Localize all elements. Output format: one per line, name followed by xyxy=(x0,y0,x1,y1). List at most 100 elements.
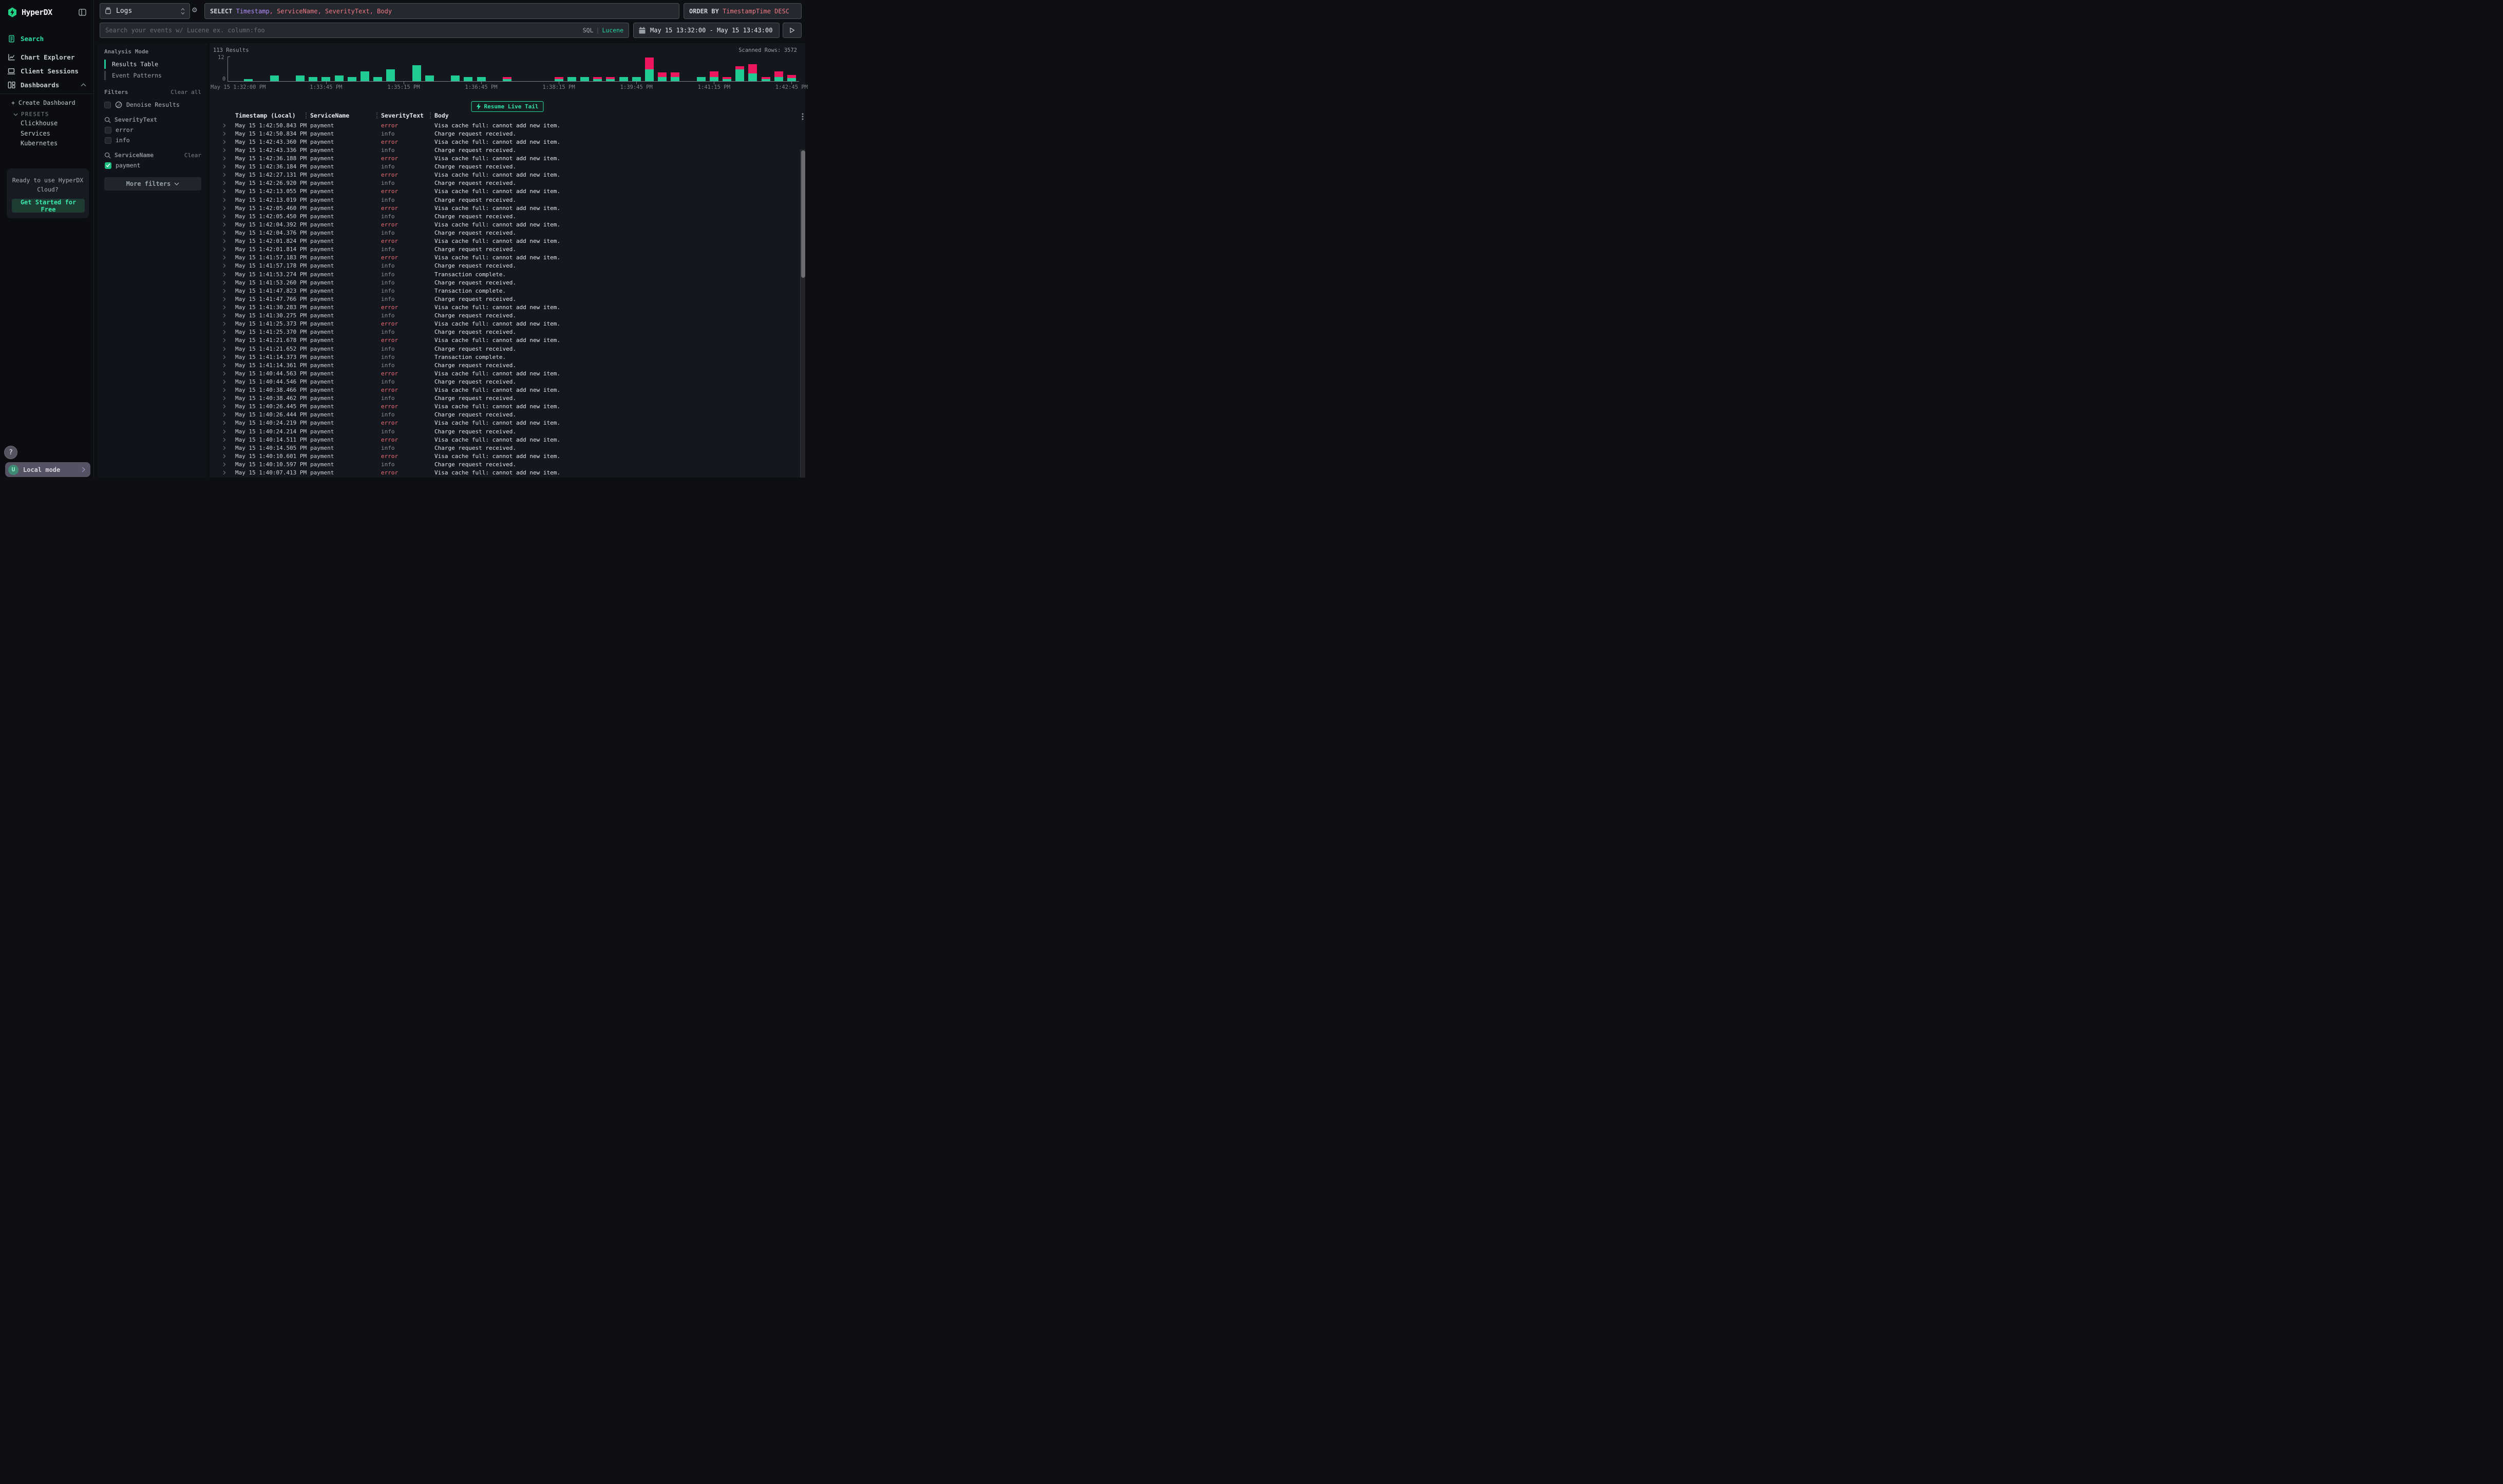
histogram-bar[interactable] xyxy=(373,77,382,81)
preset-item-services[interactable]: Services xyxy=(21,130,93,138)
chevron-right-icon[interactable] xyxy=(223,280,235,285)
column-header-body[interactable]: Body xyxy=(434,112,798,121)
sql-toggle[interactable]: SQL xyxy=(583,27,594,34)
chevron-right-icon[interactable] xyxy=(223,239,235,243)
sidebar-item-chart-explorer[interactable]: Chart Explorer xyxy=(0,51,93,63)
table-menu-icon[interactable] xyxy=(802,113,804,120)
local-mode-button[interactable]: U Local mode xyxy=(5,462,90,477)
chevron-right-icon[interactable] xyxy=(223,446,235,450)
sql-select-input[interactable]: SELECT Timestamp, ServiceName, SeverityT… xyxy=(204,3,679,19)
chevron-right-icon[interactable] xyxy=(223,131,235,136)
chevron-right-icon[interactable] xyxy=(223,247,235,252)
chevron-right-icon[interactable] xyxy=(223,263,235,268)
histogram-bar[interactable] xyxy=(477,77,486,81)
chevron-right-icon[interactable] xyxy=(223,412,235,417)
table-row[interactable]: May 15 1:40:14.511 PMpaymenterrorVisa ca… xyxy=(210,435,798,444)
histogram-bar[interactable] xyxy=(361,71,369,81)
source-select[interactable]: Logs xyxy=(100,3,190,19)
resume-live-tail-button[interactable]: Resume Live Tail xyxy=(471,101,544,112)
table-row[interactable]: May 15 1:42:36.184 PMpaymentinfoCharge r… xyxy=(210,163,798,171)
settings-gear-icon[interactable]: ⚙ xyxy=(192,5,197,14)
histogram-bar[interactable] xyxy=(425,75,434,82)
histogram-bar[interactable] xyxy=(386,69,395,81)
chevron-right-icon[interactable] xyxy=(223,371,235,376)
presets-toggle[interactable]: PRESETS xyxy=(13,111,86,118)
chevron-right-icon[interactable] xyxy=(223,255,235,260)
table-row[interactable]: May 15 1:41:53.260 PMpaymentinfoCharge r… xyxy=(210,278,798,287)
chevron-right-icon[interactable] xyxy=(223,297,235,301)
get-started-button[interactable]: Get Started for Free xyxy=(12,199,85,213)
table-row[interactable]: May 15 1:41:57.183 PMpaymenterrorVisa ca… xyxy=(210,254,798,262)
table-row[interactable]: May 15 1:40:24.219 PMpaymenterrorVisa ca… xyxy=(210,419,798,427)
histogram-bar[interactable] xyxy=(762,77,770,81)
sidebar-item-dashboards[interactable]: Dashboards xyxy=(0,79,93,90)
table-row[interactable]: May 15 1:42:13.019 PMpaymentinfoCharge r… xyxy=(210,196,798,204)
table-row[interactable]: May 15 1:41:47.766 PMpaymentinfoCharge r… xyxy=(210,295,798,303)
histogram-bar[interactable] xyxy=(348,77,356,81)
table-row[interactable]: May 15 1:40:44.563 PMpaymenterrorVisa ca… xyxy=(210,369,798,377)
histogram-plot[interactable] xyxy=(229,56,799,81)
search-input[interactable]: Search your events w/ Lucene ex. column:… xyxy=(100,23,629,38)
histogram-bar[interactable] xyxy=(555,77,563,81)
chevron-right-icon[interactable] xyxy=(223,437,235,442)
table-row[interactable]: May 15 1:40:07.410 PMpaymentinfoCharge r… xyxy=(210,477,798,478)
histogram-bar[interactable] xyxy=(567,77,576,81)
table-row[interactable]: May 15 1:42:13.055 PMpaymenterrorVisa ca… xyxy=(210,187,798,196)
table-row[interactable]: May 15 1:41:47.823 PMpaymentinfoTransact… xyxy=(210,287,798,295)
chevron-right-icon[interactable] xyxy=(223,140,235,144)
sidebar-collapse-icon[interactable] xyxy=(79,9,86,16)
table-row[interactable]: May 15 1:41:21.678 PMpaymenterrorVisa ca… xyxy=(210,336,798,345)
chevron-right-icon[interactable] xyxy=(223,123,235,128)
histogram-bar[interactable] xyxy=(335,75,344,82)
chevron-right-icon[interactable] xyxy=(223,388,235,392)
table-row[interactable]: May 15 1:40:10.601 PMpaymenterrorVisa ca… xyxy=(210,452,798,460)
chevron-right-icon[interactable] xyxy=(223,321,235,326)
histogram-bar[interactable] xyxy=(658,72,667,81)
table-row[interactable]: May 15 1:40:38.462 PMpaymentinfoCharge r… xyxy=(210,394,798,403)
table-row[interactable]: May 15 1:42:04.376 PMpaymentinfoCharge r… xyxy=(210,229,798,237)
table-row[interactable]: May 15 1:42:04.392 PMpaymenterrorVisa ca… xyxy=(210,220,798,229)
histogram-bar[interactable] xyxy=(296,75,305,82)
chevron-right-icon[interactable] xyxy=(223,379,235,384)
chevron-right-icon[interactable] xyxy=(223,164,235,169)
table-row[interactable]: May 15 1:41:21.652 PMpaymentinfoCharge r… xyxy=(210,345,798,353)
table-row[interactable]: May 15 1:40:24.214 PMpaymentinfoCharge r… xyxy=(210,427,798,435)
table-row[interactable]: May 15 1:42:43.360 PMpaymenterrorVisa ca… xyxy=(210,138,798,146)
sidebar-item-client-sessions[interactable]: Client Sessions xyxy=(0,65,93,77)
chevron-right-icon[interactable] xyxy=(223,189,235,194)
chevron-right-icon[interactable] xyxy=(223,313,235,318)
order-by-input[interactable]: ORDER BY TimestampTime DESC xyxy=(684,3,802,19)
chevron-right-icon[interactable] xyxy=(223,214,235,219)
chevron-right-icon[interactable] xyxy=(223,347,235,351)
table-row[interactable]: May 15 1:41:14.373 PMpaymentinfoTransact… xyxy=(210,353,798,361)
histogram-bar[interactable] xyxy=(645,58,654,81)
table-row[interactable]: May 15 1:41:57.178 PMpaymentinfoCharge r… xyxy=(210,262,798,270)
histogram-bar[interactable] xyxy=(309,77,317,81)
column-resize-handle[interactable] xyxy=(306,112,307,119)
mode-event-patterns[interactable]: Event Patterns xyxy=(104,70,201,81)
histogram-bar[interactable] xyxy=(710,71,718,81)
results-histogram[interactable]: 12 0 May 15 1:32:00 PM1:33:45 PM1:35:15 … xyxy=(210,56,799,90)
payment-checkbox[interactable] xyxy=(105,162,111,169)
chevron-right-icon[interactable] xyxy=(223,470,235,475)
table-row[interactable]: May 15 1:40:10.597 PMpaymentinfoCharge r… xyxy=(210,460,798,468)
filter-group-clear[interactable]: Clear xyxy=(184,152,201,159)
histogram-bar[interactable] xyxy=(723,77,731,81)
table-row[interactable]: May 15 1:41:30.275 PMpaymentinfoCharge r… xyxy=(210,312,798,320)
table-row[interactable]: May 15 1:40:14.505 PMpaymentinfoCharge r… xyxy=(210,444,798,452)
chevron-right-icon[interactable] xyxy=(223,181,235,185)
column-header-timestamp-local-[interactable]: Timestamp (Local) xyxy=(235,112,310,121)
histogram-bar[interactable] xyxy=(632,77,641,81)
histogram-bar[interactable] xyxy=(270,75,279,82)
column-header-severitytext[interactable]: SeverityText xyxy=(381,112,434,121)
column-resize-handle[interactable] xyxy=(376,112,377,119)
histogram-bar[interactable] xyxy=(593,77,602,81)
chevron-right-icon[interactable] xyxy=(223,173,235,177)
histogram-bar[interactable] xyxy=(774,71,783,81)
histogram-bar[interactable] xyxy=(451,75,460,82)
denoise-checkbox[interactable] xyxy=(104,102,111,108)
column-resize-handle[interactable] xyxy=(430,112,431,119)
mode-results-table[interactable]: Results Table xyxy=(104,59,201,69)
histogram-bar[interactable] xyxy=(619,77,628,81)
chevron-right-icon[interactable] xyxy=(223,198,235,202)
